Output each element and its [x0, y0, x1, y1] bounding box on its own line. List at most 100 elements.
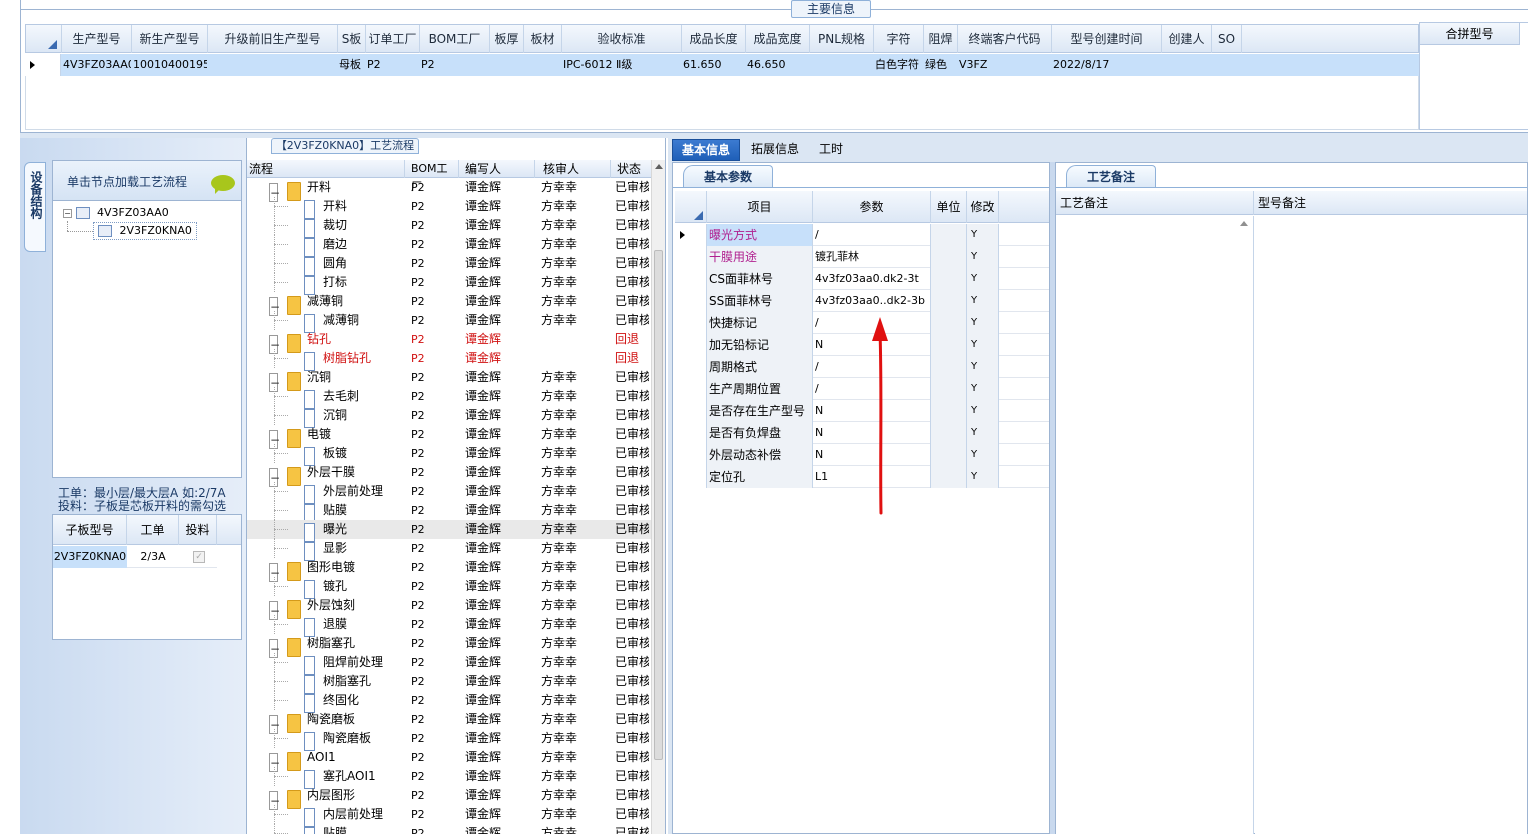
- model-notes-area[interactable]: [1255, 216, 1527, 834]
- flow-row[interactable]: 板镀 P2 谭金辉 方幸幸 已审核: [247, 444, 651, 466]
- param-row[interactable]: 是否有负焊盘 N Y: [675, 422, 1049, 444]
- flow-row[interactable]: 减薄铜 P2 谭金辉 方幸幸 已审核: [247, 311, 651, 333]
- param-row[interactable]: 生产周期位置 / Y: [675, 378, 1049, 400]
- main-grid-row[interactable]: 4V3FZ03AA010010400195211 母板 P2 P2 IPC-6012 Ⅱ…: [25, 54, 1419, 76]
- main-col-thickness[interactable]: 板厚: [490, 25, 524, 53]
- side-tab-device-structure[interactable]: 设备结构: [24, 162, 46, 252]
- param-row[interactable]: 曝光方式 / Y: [675, 224, 1049, 246]
- flow-row[interactable]: 陶瓷磨板 P2 谭金辉 方幸幸 已审核: [247, 729, 651, 751]
- main-col-model[interactable]: 生产型号: [62, 25, 132, 53]
- flow-row[interactable]: − 外层干膜 P2 谭金辉 方幸幸 已审核: [247, 463, 651, 487]
- scroll-thumb[interactable]: [654, 250, 663, 760]
- param-value[interactable]: 镀孔菲林: [813, 246, 931, 268]
- flow-row[interactable]: 贴膜 P2 谭金辉 方幸幸 已审核: [247, 501, 651, 523]
- flow-status: 已审核: [615, 465, 649, 479]
- flow-row[interactable]: 终固化 P2 谭金辉 方幸幸 已审核: [247, 691, 651, 713]
- main-col-new-model[interactable]: 新生产型号: [132, 25, 208, 53]
- tab-work-hours[interactable]: 工时: [810, 139, 852, 161]
- flow-step-name: 去毛刺: [323, 389, 360, 403]
- flow-row[interactable]: − 电镀 P2 谭金辉 方幸幸 已审核: [247, 425, 651, 449]
- sub-row[interactable]: 2V3FZ0KNA0 2/3A ✓: [53, 546, 217, 568]
- flow-row[interactable]: 阻焊前处理 P2 谭金辉 方幸幸 已审核: [247, 653, 651, 675]
- param-row[interactable]: 是否存在生产型号 N Y: [675, 400, 1049, 422]
- flow-row[interactable]: − 开料 P2 谭金辉 方幸幸 已审核: [247, 178, 651, 202]
- flow-bom: P2: [411, 808, 425, 821]
- main-col-s-board[interactable]: S板: [338, 25, 366, 53]
- flow-writer: 谭金辉: [465, 731, 502, 745]
- basic-params-tab-label: 基本参数: [703, 170, 752, 184]
- flow-row[interactable]: 去毛刺 P2 谭金辉 方幸幸 已审核: [247, 387, 651, 409]
- flow-row[interactable]: 内层前处理 P2 谭金辉 方幸幸 已审核: [247, 805, 651, 827]
- param-value[interactable]: 4v3fz03aa0..dk2-3b: [813, 290, 931, 312]
- main-col-pnl[interactable]: PNL规格: [810, 25, 874, 53]
- main-col-so[interactable]: SO: [1212, 25, 1242, 53]
- main-col-char[interactable]: 字符: [874, 25, 924, 53]
- main-col-bom-factory[interactable]: BOM工厂: [420, 25, 490, 53]
- flow-writer: 谭金辉: [465, 617, 502, 631]
- main-grid-header: 生产型号 新生产型号 升级前旧生产型号 S板 订单工厂 BOM工厂 板厚 板材 验收标准 成品长度…: [25, 24, 1419, 53]
- tree-node-child[interactable]: 2V3FZ0KNA0: [93, 222, 197, 240]
- main-col-old-model[interactable]: 升级前旧生产型号: [208, 25, 338, 53]
- flow-row[interactable]: 贴膜 P2 谭金辉 方幸幸 已审核: [247, 824, 651, 834]
- collapse-icon[interactable]: −: [63, 208, 72, 218]
- tree-node-root[interactable]: − 4V3FZ03AA0: [63, 205, 169, 221]
- notes-tab[interactable]: 工艺备注: [1066, 165, 1156, 187]
- flow-row[interactable]: − 陶瓷磨板 P2 谭金辉 方幸幸 已审核: [247, 710, 651, 734]
- param-row[interactable]: 加无铅标记 N Y: [675, 334, 1049, 356]
- flow-row[interactable]: 外层前处理 P2 谭金辉 方幸幸 已审核: [247, 482, 651, 504]
- tab-basic-info[interactable]: 基本信息: [672, 139, 740, 161]
- flow-row[interactable]: 沉铜 P2 谭金辉 方幸幸 已审核: [247, 406, 651, 428]
- flow-row[interactable]: − 沉铜 P2 谭金辉 方幸幸 已审核: [247, 368, 651, 392]
- flow-row[interactable]: 磨边 P2 谭金辉 方幸幸 已审核: [247, 235, 651, 257]
- main-col-length[interactable]: 成品长度: [682, 25, 746, 53]
- flow-row[interactable]: − 内层图形 P2 谭金辉 方幸幸 已审核: [247, 786, 651, 810]
- flow-step-name: 镀孔: [323, 579, 348, 593]
- flow-row[interactable]: − 钻孔 P2 谭金辉 回退: [247, 330, 651, 354]
- scroll-up-icon[interactable]: [655, 164, 663, 169]
- basic-params-tab[interactable]: 基本参数: [683, 165, 773, 187]
- main-col-material[interactable]: 板材: [524, 25, 562, 53]
- flow-row[interactable]: 显影 P2 谭金辉 方幸幸 已审核: [247, 539, 651, 561]
- main-col-standard[interactable]: 验收标准: [562, 25, 682, 53]
- param-row[interactable]: SS面菲林号 4v3fz03aa0..dk2-3b Y: [675, 290, 1049, 312]
- main-col-customer-code[interactable]: 终端客户代码: [958, 25, 1052, 53]
- flow-row[interactable]: 退膜 P2 谭金辉 方幸幸 已审核: [247, 615, 651, 637]
- flow-row[interactable]: 开料 P2 谭金辉 方幸幸 已审核: [247, 197, 651, 219]
- flow-step-name: 塞孔AOI1: [323, 769, 376, 783]
- notes-scroll-up-icon[interactable]: [1240, 221, 1248, 226]
- flow-row[interactable]: − 外层蚀刻 P2 谭金辉 方幸幸 已审核: [247, 596, 651, 620]
- main-col-order-factory[interactable]: 订单工厂: [366, 25, 420, 53]
- flow-row[interactable]: − 减薄铜 P2 谭金辉 方幸幸 已审核: [247, 292, 651, 316]
- param-row[interactable]: 外层动态补偿 N Y: [675, 444, 1049, 466]
- process-notes-area[interactable]: [1056, 216, 1254, 834]
- param-row[interactable]: 干膜用途 镀孔菲林 Y: [675, 246, 1049, 268]
- flow-row[interactable]: 树脂钻孔 P2 谭金辉 回退: [247, 349, 651, 371]
- flow-bom: P2: [411, 333, 425, 346]
- flow-row[interactable]: 树脂塞孔 P2 谭金辉 方幸幸 已审核: [247, 672, 651, 694]
- param-unit: [931, 400, 967, 422]
- flow-row[interactable]: − 树脂塞孔 P2 谭金辉 方幸幸 已审核: [247, 634, 651, 658]
- param-value[interactable]: /: [813, 224, 931, 246]
- flow-scrollbar[interactable]: [651, 160, 665, 834]
- flow-row[interactable]: − AOI1 P2 谭金辉 方幸幸 已审核: [247, 748, 651, 772]
- main-col-mask[interactable]: 阻焊: [924, 25, 958, 53]
- flow-row[interactable]: 镀孔 P2 谭金辉 方幸幸 已审核: [247, 577, 651, 599]
- flow-row[interactable]: 打标 P2 谭金辉 方幸幸 已审核: [247, 273, 651, 295]
- flow-row[interactable]: − 图形电镀 P2 谭金辉 方幸幸 已审核: [247, 558, 651, 582]
- feed-checkbox[interactable]: ✓: [193, 551, 205, 563]
- main-col-creator[interactable]: 创建人: [1162, 25, 1212, 53]
- tab-extend-info[interactable]: 拓展信息: [742, 139, 808, 161]
- flow-row[interactable]: 塞孔AOI1 P2 谭金辉 方幸幸 已审核: [247, 767, 651, 789]
- param-value[interactable]: 4v3fz03aa0.dk2-3t: [813, 268, 931, 290]
- flow-row[interactable]: 裁切 P2 谭金辉 方幸幸 已审核: [247, 216, 651, 238]
- param-row[interactable]: 快捷标记 / Y: [675, 312, 1049, 334]
- param-row[interactable]: 周期格式 / Y: [675, 356, 1049, 378]
- red-arrow-annotation: [872, 317, 888, 515]
- flow-row[interactable]: 圆角 P2 谭金辉 方幸幸 已审核: [247, 254, 651, 276]
- param-unit: [931, 422, 967, 444]
- main-col-create-time[interactable]: 型号创建时间: [1052, 25, 1162, 53]
- main-col-width[interactable]: 成品宽度: [746, 25, 810, 53]
- param-row[interactable]: CS面菲林号 4v3fz03aa0.dk2-3t Y: [675, 268, 1049, 290]
- flow-row[interactable]: 曝光 P2 谭金辉 方幸幸 已审核: [247, 520, 651, 542]
- param-row[interactable]: 定位孔 L1 Y: [675, 466, 1049, 488]
